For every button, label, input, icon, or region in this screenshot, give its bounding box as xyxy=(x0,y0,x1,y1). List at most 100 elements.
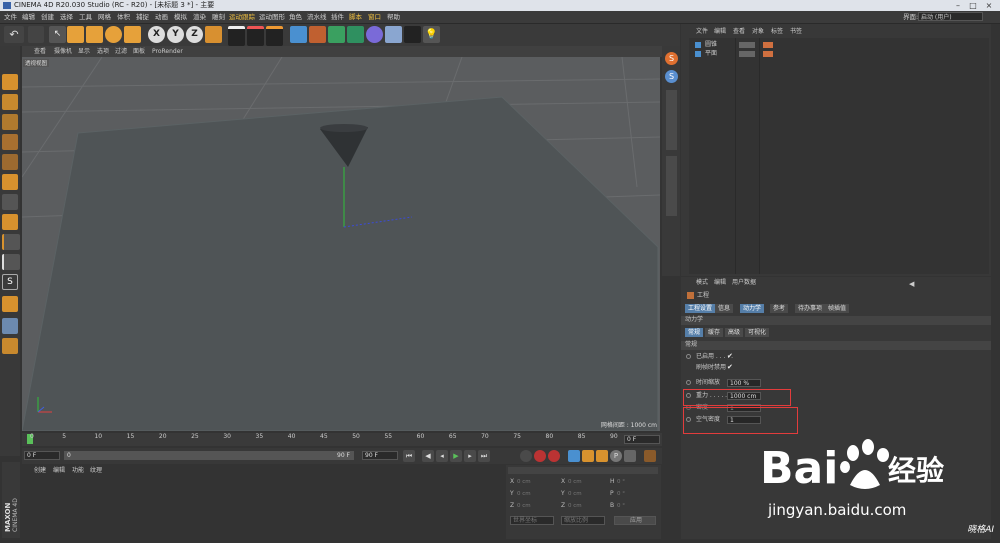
tab-dynamics[interactable]: 动力学 xyxy=(740,304,765,313)
render-picture-viewer-icon[interactable] xyxy=(247,26,264,46)
menu-plugins[interactable]: 插件 xyxy=(331,11,344,23)
guide-icons[interactable] xyxy=(666,156,677,216)
next-frame-icon[interactable]: ▸ xyxy=(464,450,476,462)
attr-header-userdata[interactable]: 用户数据 xyxy=(732,279,756,287)
mat-menu-function[interactable]: 功能 xyxy=(72,467,84,475)
x-axis-button[interactable]: X xyxy=(148,26,165,43)
enabled-checkbox[interactable]: ✔ xyxy=(727,352,733,360)
menu-render[interactable]: 渲染 xyxy=(193,11,206,23)
viewport-menu-view[interactable]: 查看 xyxy=(34,46,46,57)
menu-pipeline[interactable]: 流水线 xyxy=(307,11,327,23)
redo-icon[interactable] xyxy=(28,26,44,43)
layout-select[interactable]: 启动 (用户) xyxy=(918,12,983,21)
start-frame-field[interactable]: 0 F xyxy=(24,451,60,460)
snap-s-icon[interactable]: S xyxy=(2,274,18,290)
axis-mode-icon[interactable] xyxy=(2,234,20,250)
scale-icon[interactable] xyxy=(86,26,103,43)
coord-rot-p[interactable]: 0 ° xyxy=(617,491,625,497)
record-icon[interactable] xyxy=(534,450,546,462)
rotate-icon[interactable] xyxy=(105,26,122,43)
previous-key-icon[interactable]: ◀ xyxy=(422,450,434,462)
play-icon[interactable]: ▶ xyxy=(450,450,462,462)
menu-snap[interactable]: 捕捉 xyxy=(136,11,149,23)
undo-icon[interactable]: ↶ xyxy=(4,26,24,43)
subtab-general[interactable]: 常规 xyxy=(685,328,704,337)
snap-settings-icon[interactable]: S xyxy=(665,70,678,83)
disable-on-scrub-checkbox[interactable]: ✔ xyxy=(727,363,733,371)
key-scale-icon[interactable] xyxy=(582,450,594,462)
tab-key-interpolation[interactable]: 帧插值 xyxy=(825,304,850,313)
om-tab-file[interactable]: 文件 xyxy=(696,27,708,37)
texture-mode-icon[interactable] xyxy=(2,94,18,110)
viewport-menu-options[interactable]: 选项 xyxy=(97,46,109,57)
menu-sculpt[interactable]: 雕刻 xyxy=(212,11,225,23)
coord-size-z[interactable]: 0 cm xyxy=(568,503,582,509)
key-rotation-icon[interactable] xyxy=(596,450,608,462)
viewport-menu-panel[interactable]: 面板 xyxy=(133,46,145,57)
viewport-menu-prorender[interactable]: ProRender xyxy=(152,46,183,57)
select-arrow-icon[interactable]: ↖ xyxy=(49,26,66,43)
subdivision-icon[interactable] xyxy=(328,26,345,43)
coord-pos-x[interactable]: 0 cm xyxy=(517,479,531,485)
menu-volume[interactable]: 体积 xyxy=(117,11,130,23)
current-frame-field[interactable]: 0 F xyxy=(624,435,660,444)
magnet-icon[interactable] xyxy=(2,296,18,312)
perspective-viewport[interactable]: 透视视图 网格间距 : 1000 cm xyxy=(22,57,660,431)
coord-rot-h[interactable]: 0 ° xyxy=(617,479,625,485)
transform-icon[interactable] xyxy=(124,26,141,43)
tab-info[interactable]: 信息 xyxy=(715,304,734,313)
enabled-anim-dot[interactable] xyxy=(686,354,691,359)
key-position-icon[interactable] xyxy=(568,450,580,462)
timeline-menu-icon[interactable] xyxy=(644,450,656,462)
tab-project-settings[interactable]: 工程设置 xyxy=(685,304,716,313)
object-plane[interactable]: 平面 xyxy=(705,50,717,58)
apply-button[interactable]: 应用 xyxy=(614,516,656,525)
viewport-menu-display[interactable]: 显示 xyxy=(78,46,90,57)
subtab-advanced[interactable]: 高级 xyxy=(725,328,744,337)
coord-size-y[interactable]: 0 cm xyxy=(568,491,582,497)
menu-select[interactable]: 选择 xyxy=(60,11,73,23)
cube-icon[interactable] xyxy=(290,26,307,43)
time-scale-anim-dot[interactable] xyxy=(686,380,691,385)
object-mode-icon[interactable] xyxy=(2,154,18,170)
plane-visibility-toggles[interactable] xyxy=(739,51,755,57)
om-tab-bookmarks[interactable]: 书签 xyxy=(790,27,802,37)
layer-grid-icon[interactable] xyxy=(2,318,18,334)
make-editable-icon[interactable] xyxy=(2,74,18,90)
close-button[interactable]: × xyxy=(982,1,996,10)
end-frame-field[interactable]: 90 F xyxy=(362,451,398,460)
cone-visibility-toggles[interactable] xyxy=(739,42,755,48)
autokey-icon[interactable] xyxy=(548,450,560,462)
viewport-menu-filter[interactable]: 过滤 xyxy=(115,46,127,57)
menu-script[interactable]: 脚本 xyxy=(349,11,362,23)
go-to-end-icon[interactable]: ⏭ xyxy=(478,450,490,462)
coord-size-x[interactable]: 0 cm xyxy=(568,479,582,485)
om-tab-view[interactable]: 查看 xyxy=(733,27,745,37)
coord-scale-select[interactable]: 缩放比例 xyxy=(561,516,605,525)
model-mode-icon[interactable] xyxy=(2,134,18,150)
om-tab-tags[interactable]: 标签 xyxy=(771,27,783,37)
points-mode-icon[interactable] xyxy=(2,174,18,190)
solo-icon[interactable] xyxy=(2,338,18,354)
render-view-icon[interactable] xyxy=(228,26,245,46)
menu-file[interactable]: 文件 xyxy=(4,11,17,23)
back-arrow-icon[interactable]: ◀ xyxy=(909,280,914,288)
mat-menu-texture[interactable]: 纹理 xyxy=(90,467,102,475)
camera-icon[interactable] xyxy=(404,26,421,43)
cone-tag-icon[interactable] xyxy=(763,42,773,48)
deformer-icon[interactable] xyxy=(366,26,383,43)
go-to-start-icon[interactable]: ⏮ xyxy=(403,450,415,462)
key-pla-icon[interactable] xyxy=(624,450,636,462)
menu-mograph[interactable]: 运动图形 xyxy=(259,11,285,23)
menu-motion-tracker[interactable]: 运动跟踪 xyxy=(229,11,255,23)
coordinate-system-icon[interactable] xyxy=(205,26,222,43)
menu-window[interactable]: 窗口 xyxy=(368,11,381,23)
om-tab-objects[interactable]: 对象 xyxy=(752,27,764,37)
plane-tag-icon[interactable] xyxy=(763,51,773,57)
minimize-button[interactable]: – xyxy=(951,1,965,10)
attr-header-edit[interactable]: 编辑 xyxy=(714,279,726,287)
coord-pos-y[interactable]: 0 cm xyxy=(517,491,531,497)
viewport-menu-camera[interactable]: 摄像机 xyxy=(54,46,72,57)
keyframe-icon[interactable] xyxy=(520,450,532,462)
tab-todo[interactable]: 待办事项 xyxy=(795,304,826,313)
